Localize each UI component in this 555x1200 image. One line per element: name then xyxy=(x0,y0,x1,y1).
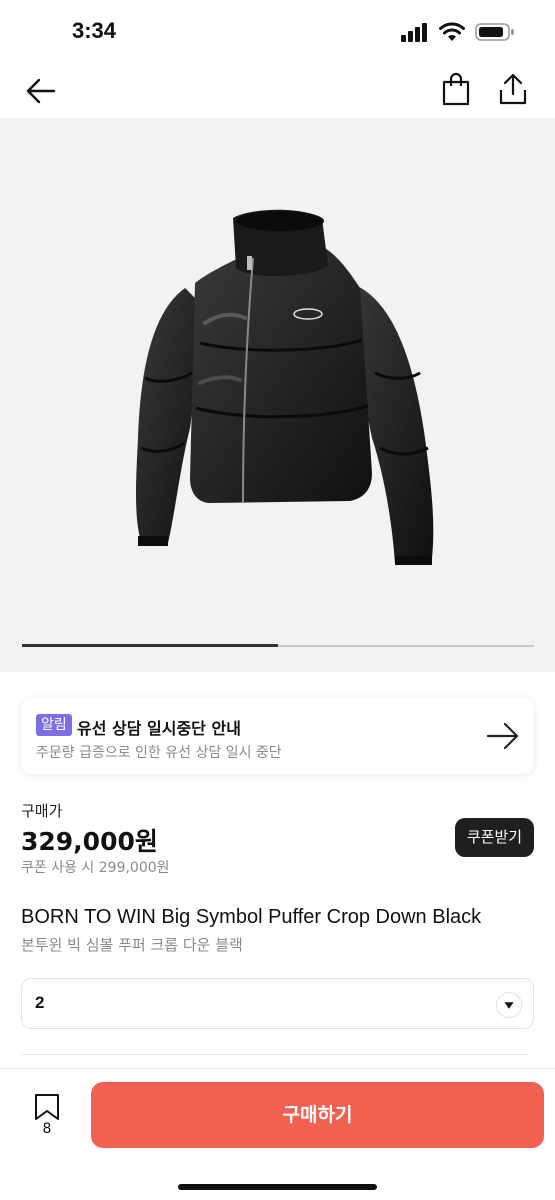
shopping-bag-icon[interactable] xyxy=(440,72,472,106)
quantity-value: 2 xyxy=(35,993,45,1012)
price-label: 구매가 xyxy=(21,802,63,820)
gallery-progress-track xyxy=(22,644,534,647)
bookmark-icon xyxy=(35,1094,59,1120)
status-icons xyxy=(401,22,515,42)
bottom-action-bar: 8 구매하기 xyxy=(0,1068,555,1200)
bookmark-button[interactable]: 8 xyxy=(32,1093,62,1141)
status-bar: 3:34 xyxy=(0,0,555,66)
notice-card[interactable]: 알림 유선 상담 일시중단 안내 주문량 급증으로 인한 유선 상담 일시 중단 xyxy=(21,698,534,774)
puffer-jacket-image xyxy=(136,209,434,565)
top-nav-bar xyxy=(0,66,555,118)
buy-button[interactable]: 구매하기 xyxy=(91,1082,544,1148)
battery-icon xyxy=(475,23,514,41)
back-arrow-icon[interactable] xyxy=(24,74,58,108)
notice-badge: 알림 xyxy=(36,714,72,736)
quantity-select[interactable]: 2 xyxy=(21,978,534,1029)
arrow-right-icon[interactable] xyxy=(485,720,521,752)
product-name-korean: 본투윈 빅 심볼 푸퍼 크롭 다운 블랙 xyxy=(21,936,243,954)
divider xyxy=(21,1054,528,1055)
notice-subtitle: 주문량 급증으로 인한 유선 상담 일시 중단 xyxy=(36,745,282,761)
gallery-progress-fill xyxy=(22,644,278,647)
product-image-carousel[interactable] xyxy=(0,118,555,672)
home-indicator xyxy=(178,1184,377,1190)
share-icon[interactable] xyxy=(496,72,530,106)
product-name: BORN TO WIN Big Symbol Puffer Crop Down … xyxy=(21,906,482,928)
price-value: 329,000원 xyxy=(21,827,158,856)
chevron-down-icon[interactable] xyxy=(496,992,522,1018)
cellular-signal-icon xyxy=(401,23,427,42)
status-time: 3:34 xyxy=(72,18,117,43)
coupon-price: 쿠폰 사용 시 299,000원 xyxy=(21,860,170,876)
bookmark-count: 8 xyxy=(42,1121,52,1137)
coupon-button[interactable]: 쿠폰받기 xyxy=(455,818,534,857)
notice-title: 유선 상담 일시중단 안내 xyxy=(77,719,241,738)
wifi-icon xyxy=(439,22,465,41)
